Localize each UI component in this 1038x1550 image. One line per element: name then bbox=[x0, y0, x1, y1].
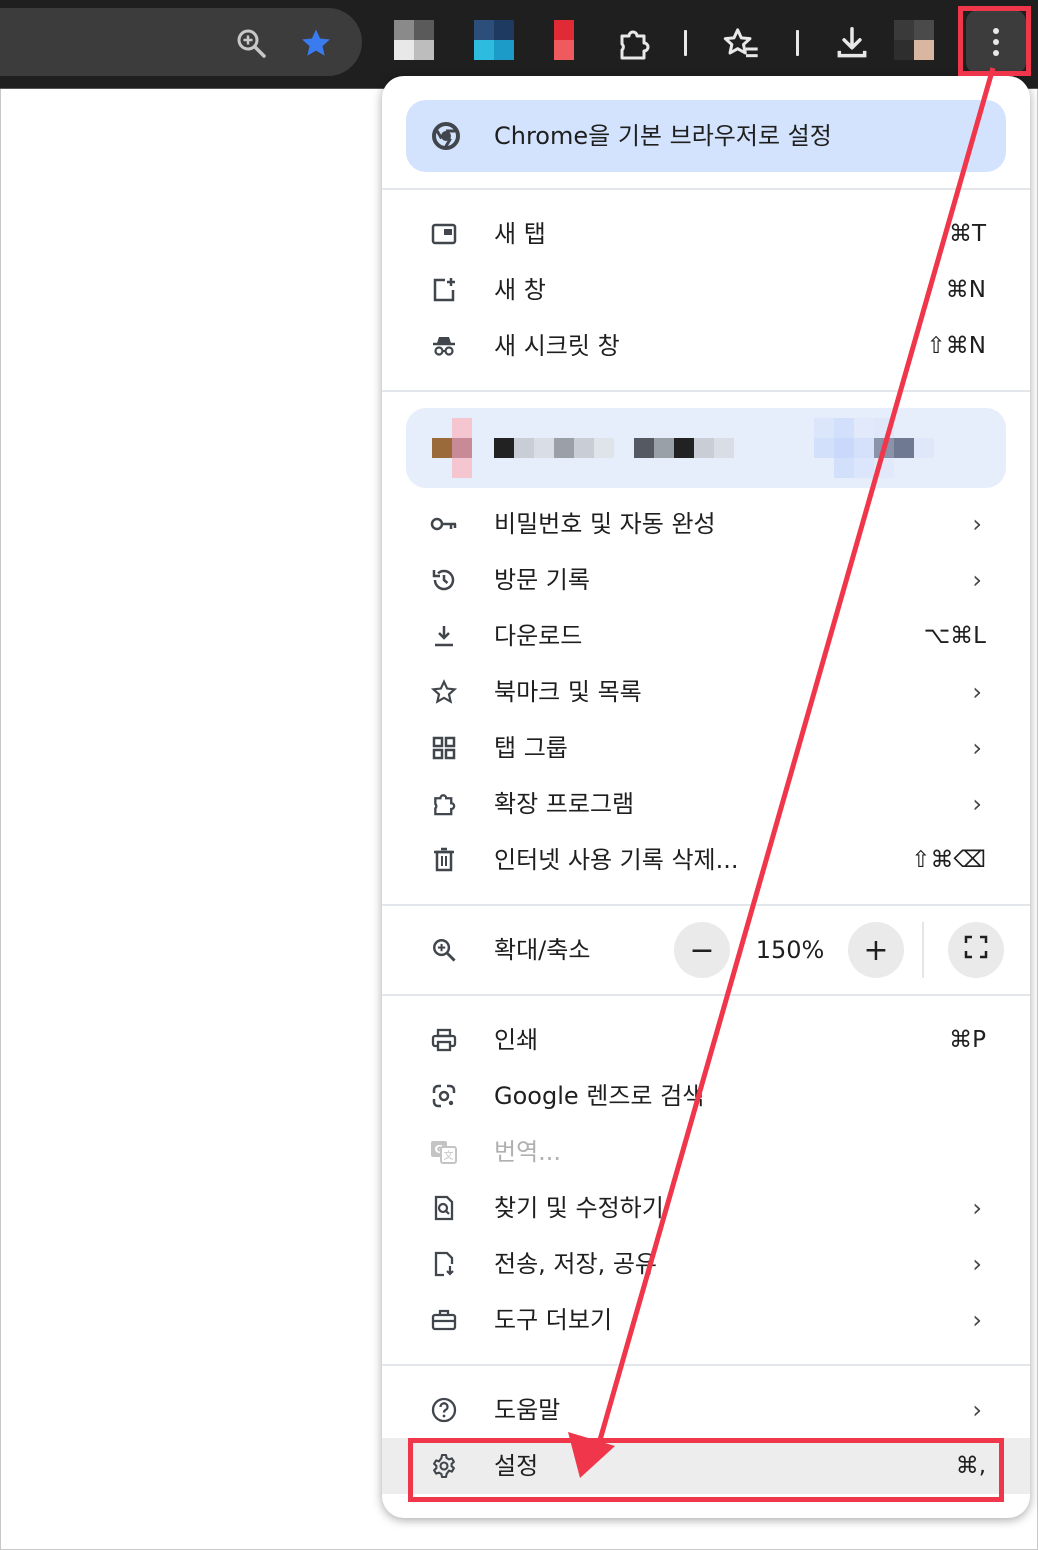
annotation-arrow bbox=[568, 67, 996, 1478]
